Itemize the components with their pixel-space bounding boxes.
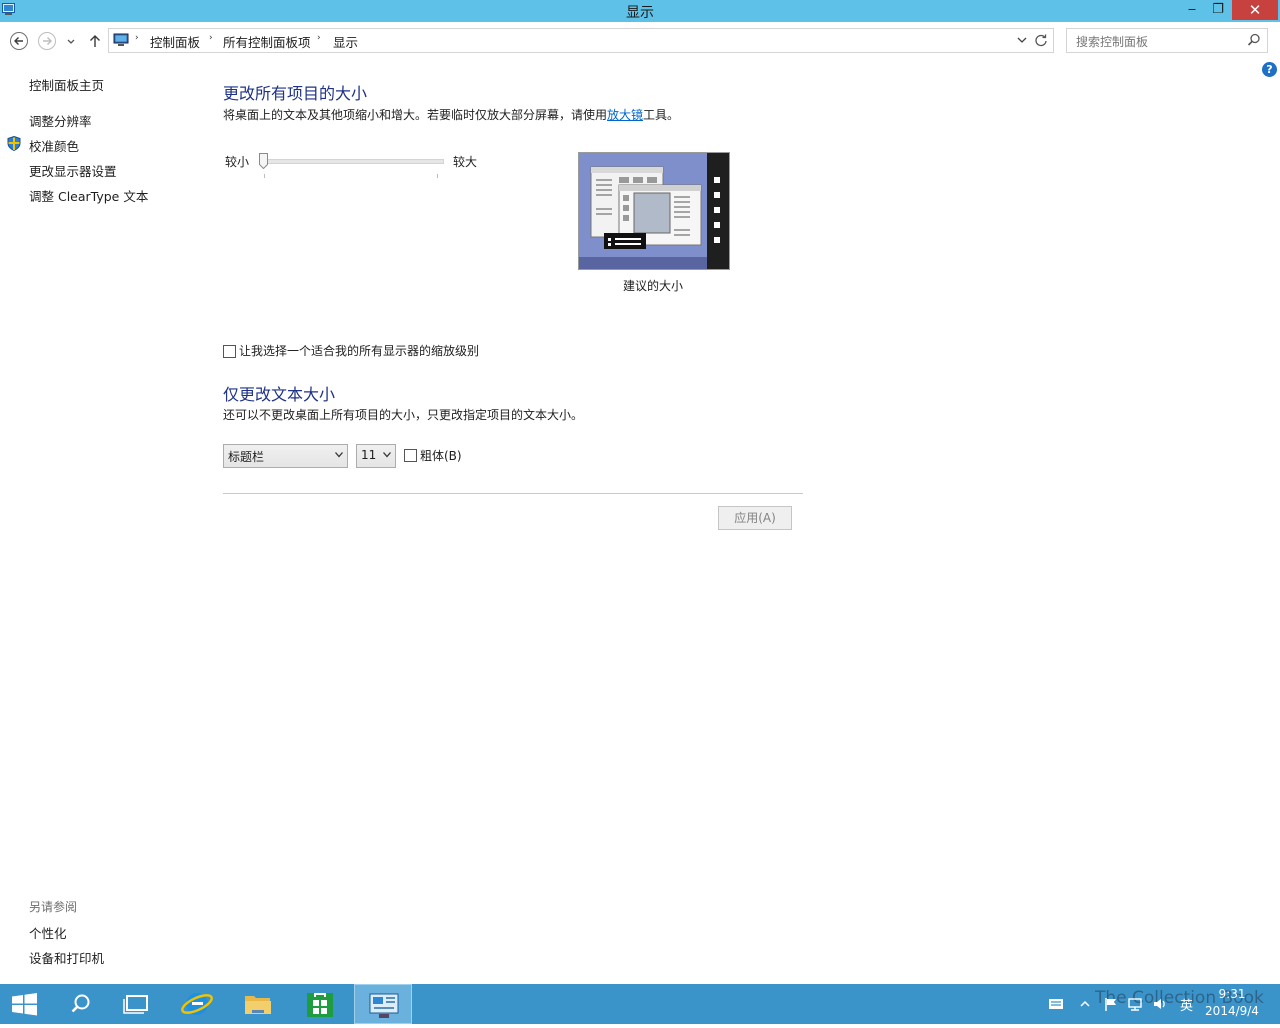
sidebar-item-personalization[interactable]: 个性化 — [29, 923, 67, 942]
slider-small-label: 较小 — [225, 155, 250, 169]
item-select-value: 标题栏 — [228, 450, 265, 464]
back-button[interactable] — [9, 31, 29, 51]
flag-icon[interactable] — [1103, 996, 1119, 1012]
clock-date: 2014/9/4 — [1205, 1004, 1259, 1018]
size-description-text: 将桌面上的文本及其他项缩小和增大。若要临时仅放大部分屏幕，请使用 — [223, 108, 608, 122]
navigation-bar: › 控制面板 › 所有控制面板项 › 显示 搜索控制面板 — [0, 22, 1280, 58]
magnifier-link[interactable]: 放大镜 — [607, 108, 643, 122]
windows-logo-icon — [12, 993, 37, 1016]
store-button[interactable] — [291, 984, 349, 1024]
preview-caption: 建议的大小 — [622, 279, 683, 293]
bold-checkbox[interactable] — [404, 449, 417, 462]
sidebar-item-calibrate-color[interactable]: 校准颜色 — [29, 136, 79, 155]
breadcrumb-display[interactable]: 显示 — [333, 32, 358, 51]
slider-tick — [437, 174, 438, 178]
sidebar-item-control-panel-home[interactable]: 控制面板主页 — [29, 75, 104, 94]
slider-tick — [264, 174, 265, 178]
custom-scaling-checkbox[interactable] — [223, 345, 236, 358]
ime-indicator[interactable]: 英 — [1180, 995, 1193, 1014]
title-bar: 显示 ‒ ❐ ✕ — [0, 0, 1280, 22]
action-center-message-icon[interactable] — [1048, 996, 1064, 1012]
search-placeholder: 搜索控制面板 — [1076, 35, 1149, 49]
sidebar-item-devices-printers[interactable]: 设备和打印机 — [29, 948, 104, 967]
recent-locations-chevron-icon[interactable] — [63, 31, 79, 51]
sidebar-item-cleartype[interactable]: 调整 ClearType 文本 — [29, 186, 148, 205]
volume-icon[interactable] — [1152, 996, 1168, 1012]
search-icon[interactable] — [1247, 33, 1261, 47]
computer-icon — [113, 33, 129, 46]
window-title: 显示 — [626, 5, 654, 21]
chevron-down-icon — [383, 452, 391, 458]
clock-time: 9:31 — [1218, 987, 1246, 1001]
control-panel-icon — [369, 993, 399, 1018]
task-view-icon — [123, 995, 148, 1014]
breadcrumb-separator[interactable]: › — [317, 33, 321, 43]
refresh-icon — [1035, 34, 1047, 47]
help-icon[interactable]: ? — [1262, 62, 1277, 77]
font-size-select[interactable]: 11 — [356, 444, 396, 468]
sidebar-item-display-settings[interactable]: 更改显示器设置 — [29, 161, 117, 180]
section-divider — [223, 493, 803, 494]
search-input[interactable]: 搜索控制面板 — [1066, 28, 1268, 53]
text-size-heading: 仅更改文本大小 — [223, 385, 336, 404]
custom-scaling-label[interactable]: 让我选择一个适合我的所有显示器的缩放级别 — [239, 342, 479, 359]
network-icon[interactable] — [1127, 996, 1143, 1012]
size-slider-track[interactable] — [260, 159, 444, 164]
breadcrumb-all-items[interactable]: 所有控制面板项 — [223, 32, 311, 51]
sidebar-item-adjust-resolution[interactable]: 调整分辨率 — [29, 111, 92, 130]
font-size-select-value: 11 — [361, 448, 377, 462]
start-button[interactable] — [0, 984, 58, 1024]
minimize-button[interactable]: ‒ — [1180, 0, 1204, 20]
uac-shield-icon — [7, 136, 21, 151]
internet-explorer-button[interactable] — [168, 984, 226, 1024]
address-bar[interactable]: › 控制面板 › 所有控制面板项 › 显示 — [108, 28, 1030, 53]
size-description: 将桌面上的文本及其他项缩小和增大。若要临时仅放大部分屏幕，请使用放大镜工具。 — [223, 106, 679, 123]
size-heading: 更改所有项目的大小 — [223, 84, 368, 103]
breadcrumb-separator[interactable]: › — [209, 33, 213, 43]
folder-icon — [245, 996, 271, 1014]
slider-large-label: 较大 — [453, 155, 478, 169]
control-panel-task-button[interactable] — [354, 984, 412, 1024]
item-select[interactable]: 标题栏 — [223, 444, 348, 468]
size-preview-image — [578, 152, 730, 270]
chevron-down-icon — [335, 452, 343, 458]
restore-button[interactable]: ❐ — [1206, 0, 1230, 20]
task-view-button[interactable] — [108, 984, 166, 1024]
text-size-description: 还可以不更改桌面上所有项目的大小，只更改指定项目的文本大小。 — [223, 408, 584, 422]
close-button[interactable]: ✕ — [1232, 0, 1278, 20]
taskbar: The Collection Book 英 9:31 2014/9/4 — [0, 984, 1280, 1024]
refresh-button[interactable] — [1029, 28, 1054, 53]
breadcrumb-separator[interactable]: › — [135, 33, 139, 43]
address-dropdown-chevron-icon[interactable] — [1015, 32, 1029, 48]
up-arrow-button[interactable] — [85, 31, 105, 51]
breadcrumb-control-panel[interactable]: 控制面板 — [150, 32, 200, 51]
file-explorer-button[interactable] — [229, 984, 287, 1024]
size-slider-thumb[interactable] — [259, 153, 268, 169]
clock[interactable]: 9:31 2014/9/4 — [1200, 986, 1264, 1020]
show-hidden-icons-chevron-icon[interactable] — [1077, 996, 1093, 1012]
bold-label[interactable]: 粗体(B) — [420, 447, 462, 464]
forward-button[interactable] — [37, 31, 57, 51]
internet-explorer-icon — [181, 993, 213, 1015]
see-also-heading: 另请参阅 — [29, 900, 78, 914]
apply-button[interactable]: 应用(A) — [718, 506, 792, 530]
size-description-tail: 工具。 — [643, 108, 680, 122]
store-icon — [307, 993, 333, 1017]
